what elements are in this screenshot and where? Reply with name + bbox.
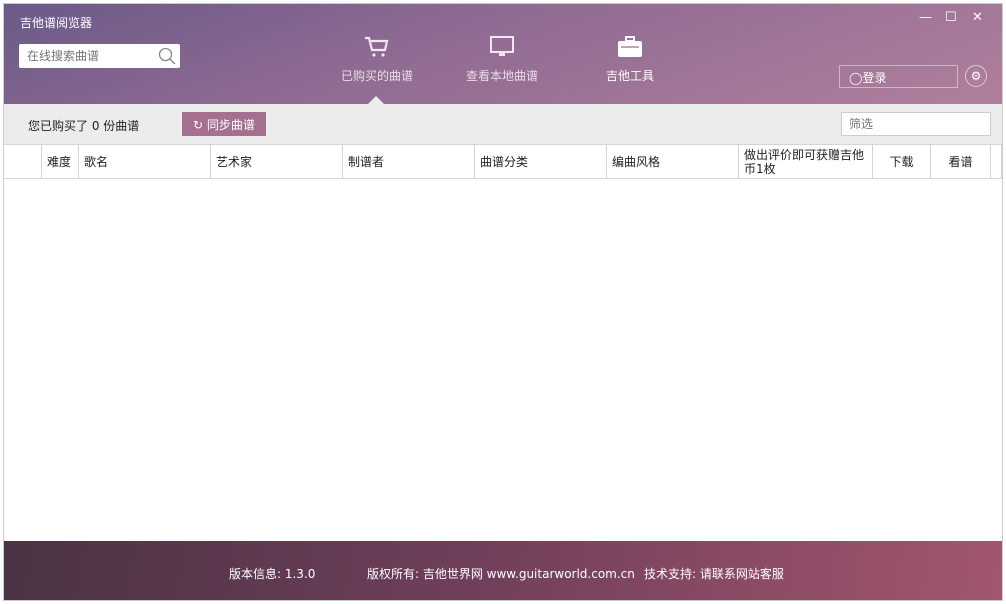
minimize-button[interactable]: — [919,10,932,25]
login-button[interactable]: ◯登录 [839,65,958,88]
col-view[interactable]: 看谱 [931,145,991,178]
nav-local[interactable]: 查看本地曲谱 [447,36,557,84]
col-download[interactable]: 下载 [873,145,931,178]
col-song[interactable]: 歌名 [79,145,211,178]
col-style[interactable]: 编曲风格 [607,145,739,178]
col-select[interactable] [4,145,42,178]
user-icon: ◯ [849,71,863,85]
search-input[interactable] [19,44,149,68]
header: 吉他谱阅览器 已购买的曲谱 查看本地曲谱 吉他工具 — ☐ ✕ ◯登录 ⚙ [4,4,1002,104]
nav-label: 已购买的曲谱 [340,69,413,83]
active-tab-caret [368,96,384,104]
support-info: 技术支持: 请联系网站客服 [644,567,784,581]
nav-label: 查看本地曲谱 [465,69,538,83]
toolbox-icon [618,36,642,57]
footer: 版本信息: 1.3.0 版权所有: 吉他世界网 www.guitarworld.… [4,541,1002,600]
nav-tools[interactable]: 吉他工具 [575,36,685,84]
copyright-info: 版权所有: 吉他世界网 www.guitarworld.com.cn [367,567,635,581]
purchase-count: 您已购买了 0 份曲谱 [28,119,140,133]
sync-button[interactable]: ↻ 同步曲谱 [182,112,266,136]
app-title: 吉他谱阅览器 [20,16,93,30]
toolbar: 您已购买了 0 份曲谱 ↻ 同步曲谱 [4,104,1002,144]
nav-purchased[interactable]: 已购买的曲谱 [322,36,432,84]
col-artist[interactable]: 艺术家 [211,145,343,178]
version-info: 版本信息: 1.3.0 [229,567,316,581]
col-review[interactable]: 做出评价即可获赠吉他币1枚 [739,145,873,178]
col-filler [991,145,1002,178]
settings-button[interactable]: ⚙ [965,65,987,87]
cart-icon [365,36,389,57]
search-icon[interactable] [158,47,176,68]
search-box [19,44,180,68]
maximize-button[interactable]: ☐ [945,10,957,25]
close-button[interactable]: ✕ [972,10,983,25]
refresh-icon: ↻ [193,117,207,132]
gear-icon: ⚙ [970,69,982,83]
app-window: 吉他谱阅览器 已购买的曲谱 查看本地曲谱 吉他工具 — ☐ ✕ ◯登录 ⚙ 您已… [3,3,1003,601]
col-arranger[interactable]: 制谱者 [343,145,475,178]
filter-input[interactable] [841,112,991,136]
login-label: 登录 [862,71,887,85]
col-difficulty[interactable]: 难度 [42,145,79,178]
col-category[interactable]: 曲谱分类 [475,145,607,178]
monitor-icon [490,36,514,56]
nav-label: 吉他工具 [605,69,654,83]
sync-label: 同步曲谱 [206,117,255,132]
table-header: 难度 歌名 艺术家 制谱者 曲谱分类 编曲风格 做出评价即可获赠吉他币1枚 下载… [4,144,1002,179]
